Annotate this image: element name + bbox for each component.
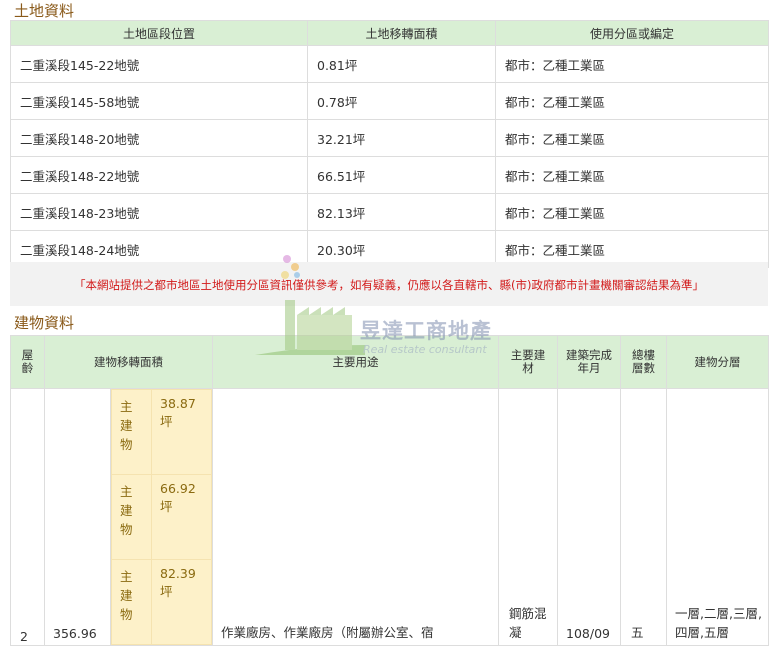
zoning-notice: 「本網站提供之都市地區土地使用分區資訊僅供參考，如有疑義，仍應以各直轄市、縣(市…: [74, 278, 704, 292]
land-location: 二重溪段148-22地號: [10, 156, 308, 194]
zoning-notice-bar: 「本網站提供之都市地區土地使用分區資訊僅供參考，如有疑義，仍應以各直轄市、縣(市…: [10, 262, 768, 306]
table-row: 二重溪段148-23地號 82.13坪 都市：乙種工業區: [10, 193, 769, 231]
table-row: 二重溪段145-22地號 0.81坪 都市：乙種工業區: [10, 45, 769, 83]
land-location: 二重溪段145-58地號: [10, 82, 308, 120]
list-item: 主建物 38.87坪: [111, 389, 212, 475]
land-area: 0.81坪: [307, 45, 496, 83]
land-zoning: 都市：乙種工業區: [495, 193, 769, 231]
table-row: 2 356.96 主建物 38.87坪 主建物 66.92坪 主建物 82.39: [10, 388, 769, 646]
table-row: 二重溪段145-58地號 0.78坪 都市：乙種工業區: [10, 82, 769, 120]
land-area: 66.51坪: [307, 156, 496, 194]
building-table: 屋齡 建物移轉面積 主要用途 主要建材 建築完成年月 總樓層數 建物分層 2 3…: [10, 335, 769, 646]
header-building-area: 建物移轉面積: [44, 335, 213, 389]
land-section-title: 土地資料: [14, 2, 75, 20]
header-completed: 建築完成年月: [557, 335, 621, 389]
land-location: 二重溪段148-23地號: [10, 193, 308, 231]
table-row: 二重溪段148-22地號 66.51坪 都市：乙種工業區: [10, 156, 769, 194]
sub-item-value: 82.39坪: [151, 559, 212, 645]
sub-item-value: 66.92坪: [151, 474, 212, 560]
land-location: 二重溪段145-22地號: [10, 45, 308, 83]
building-section-title: 建物資料: [14, 314, 75, 332]
header-location: 土地區段位置: [10, 20, 308, 46]
header-zoning: 使用分區或編定: [495, 20, 769, 46]
land-zoning: 都市：乙種工業區: [495, 45, 769, 83]
table-row: 二重溪段148-20地號 32.21坪 都市：乙種工業區: [10, 119, 769, 157]
sub-item-label: 主建物: [111, 474, 152, 560]
building-floors: 五: [620, 388, 667, 646]
land-area: 82.13坪: [307, 193, 496, 231]
building-header-row: 屋齡 建物移轉面積 主要用途 主要建材 建築完成年月 總樓層數 建物分層: [10, 335, 769, 389]
header-usage: 主要用途: [212, 335, 499, 389]
header-layers: 建物分層: [666, 335, 769, 389]
list-item: 主建物 66.92坪: [111, 474, 212, 560]
area-sub-table: 主建物 38.87坪 主建物 66.92坪 主建物 82.39坪: [111, 389, 212, 645]
land-location: 二重溪段148-20地號: [10, 119, 308, 157]
building-usage: 作業廠房、作業廠房（附屬辦公室、宿: [212, 388, 499, 646]
header-material: 主要建材: [498, 335, 558, 389]
header-floors: 總樓層數: [620, 335, 667, 389]
building-area-breakdown: 主建物 38.87坪 主建物 66.92坪 主建物 82.39坪: [110, 388, 213, 646]
list-item: 主建物 82.39坪: [111, 559, 212, 645]
land-area: 32.21坪: [307, 119, 496, 157]
sub-item-value: 38.87坪: [151, 389, 212, 475]
building-layers: 一層,二層,三層,四層,五層: [666, 388, 769, 646]
land-header-row: 土地區段位置 土地移轉面積 使用分區或編定: [10, 20, 769, 46]
land-zoning: 都市：乙種工業區: [495, 119, 769, 157]
building-completed: 108/09: [557, 388, 621, 646]
sub-item-label: 主建物: [111, 389, 152, 475]
sub-item-label: 主建物: [111, 559, 152, 645]
building-age: 2: [10, 388, 45, 646]
land-table: 土地區段位置 土地移轉面積 使用分區或編定 二重溪段145-22地號 0.81坪…: [10, 20, 769, 268]
land-area: 0.78坪: [307, 82, 496, 120]
land-zoning: 都市：乙種工業區: [495, 156, 769, 194]
header-area: 土地移轉面積: [307, 20, 496, 46]
header-age: 屋齡: [10, 335, 45, 389]
land-zoning: 都市：乙種工業區: [495, 82, 769, 120]
building-area-total: 356.96: [44, 388, 111, 646]
building-material: 鋼筋混凝: [498, 388, 558, 646]
